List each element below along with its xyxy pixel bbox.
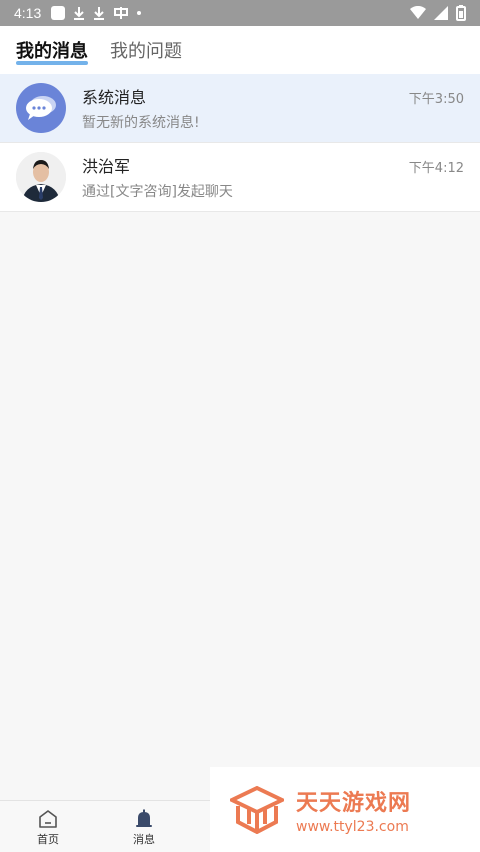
message-item-system[interactable]: 系统消息 暂无新的系统消息! 下午3:50: [0, 74, 480, 143]
message-list: 系统消息 暂无新的系统消息! 下午3:50 洪治军 通过[文字咨询]发起聊天 下…: [0, 74, 480, 212]
battery-icon: [456, 5, 466, 21]
message-item-hong[interactable]: 洪治军 通过[文字咨询]发起聊天 下午4:12: [0, 143, 480, 212]
app-notification-icon: [114, 7, 129, 19]
dot-icon: [137, 11, 142, 15]
message-preview: 暂无新的系统消息!: [82, 115, 200, 131]
wifi-icon: [410, 6, 426, 19]
notification-app-icon: [51, 6, 66, 20]
nav-messages[interactable]: 消息: [114, 807, 174, 847]
nav-messages-label: 消息: [133, 833, 155, 846]
nav-home[interactable]: 首页: [18, 807, 78, 847]
message-sender: 洪治军: [82, 157, 131, 176]
tab-my-messages[interactable]: 我的消息: [16, 37, 88, 65]
tab-my-questions[interactable]: 我的问题: [110, 37, 182, 63]
chat-bubble-icon: [16, 83, 66, 133]
home-icon: [37, 807, 59, 831]
status-time: 4:13: [14, 5, 42, 21]
watermark: 天天游戏网 www.ttyl23.com: [210, 767, 480, 852]
top-tab-bar: 我的消息 我的问题: [0, 26, 480, 74]
watermark-url: www.ttyl23.com: [296, 818, 409, 835]
signal-icon: [434, 6, 448, 20]
message-time: 下午3:50: [408, 92, 464, 107]
message-sender: 系统消息: [82, 88, 147, 107]
download-icon: [94, 7, 105, 20]
nav-home-label: 首页: [37, 833, 59, 846]
message-preview: 通过[文字咨询]发起聊天: [82, 184, 233, 200]
avatar: [16, 152, 66, 202]
bell-icon: [133, 807, 155, 831]
watermark-logo: [230, 785, 284, 834]
status-bar: 4:13: [0, 0, 480, 26]
download-icon: [74, 7, 85, 20]
watermark-title: 天天游戏网: [296, 790, 412, 816]
message-time: 下午4:12: [408, 161, 464, 176]
